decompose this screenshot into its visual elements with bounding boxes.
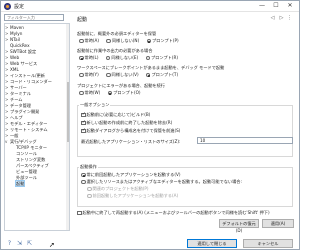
errors-always[interactable]: 常時(W) (79, 90, 100, 96)
page-title: 起動 (77, 17, 88, 23)
save-launch-config[interactable]: 起動ダイアログから構成名を付けて保管を前進(S) (81, 128, 180, 134)
wait-builds-options: 常時(L) 同様しない(E) プロンプト(R) (79, 55, 184, 61)
checkbox-checked-icon[interactable] (81, 128, 86, 134)
errors-options: 常時(W) プロンプト(O) (79, 90, 147, 96)
breakpoints-prompt[interactable]: プロンプト(T) (145, 72, 178, 78)
build-before-launch[interactable]: 起動前に(必要に応じて)ビルド(B) (81, 112, 150, 118)
close-icon[interactable]: ✕ (285, 2, 295, 10)
wait-builds-always[interactable]: 常時(L) (79, 55, 98, 61)
launching-page: 起動 ◁ ▷ ⋮ 起動前に、概要外の必須エディターを保管 常時(A) 同様しない… (73, 13, 299, 233)
back-icon[interactable]: ◁ (269, 15, 276, 22)
radio-icon[interactable] (106, 38, 111, 44)
radio-icon[interactable] (81, 179, 86, 185)
wait-builds-never[interactable]: 同様しない(E) (105, 55, 138, 61)
view-menu-icon[interactable]: ⋮ (287, 15, 292, 22)
title-bar: 設定 — ☐ ✕ (1, 1, 299, 12)
radio-selected-icon[interactable] (145, 72, 151, 78)
breakpoints-options: 常時(Y) 同様しない(V) プロンプト(T) (79, 72, 184, 78)
launch-previous-app[interactable]: 前回起動したアプリケーションを起動する(A) (87, 193, 178, 199)
checkbox-icon[interactable] (77, 210, 82, 216)
breakpoints-never[interactable]: 同様しない(V) (106, 72, 139, 78)
export-icon[interactable]: ⇱ (26, 240, 33, 247)
radio-selected-icon[interactable] (79, 55, 84, 61)
launch-previous[interactable]: 常に前回起動したアプリケーションを起動する(V) (81, 172, 181, 178)
launch-selected-resource[interactable]: 選択したリソースまたはアクティブなエディターを起動する。起動可能でない場合: (81, 179, 242, 185)
wait-builds-label: 起動前に作業中の出力の必要がある場合 (77, 48, 153, 53)
radio-icon[interactable] (79, 90, 84, 96)
radio-selected-icon[interactable] (107, 90, 113, 96)
preferences-window: 設定 — ☐ ✕ >Maven >Mylyn >NTail QuickRex >… (0, 0, 300, 250)
radio-icon[interactable] (87, 193, 92, 199)
apply-and-close-button[interactable]: 適用して閉じる (187, 239, 237, 248)
history-size-input[interactable]: 10 (197, 137, 293, 144)
preference-tree: > Maven > Mylyn > NTail QuickRex > SWTBot 設定… (4, 23, 70, 231)
minimize-icon[interactable]: — (257, 2, 267, 10)
wait-builds-prompt[interactable]: プロンプト(R) (145, 55, 178, 61)
import-icon[interactable]: ⇲ (16, 240, 23, 247)
radio-icon[interactable] (106, 72, 111, 78)
breakpoints-label: ワークスペースにブレークポイントがあるまま起動を、デバッグ モードで起動 (77, 65, 225, 70)
apply-button[interactable]: 適用(A) (262, 219, 294, 228)
remove-terminated[interactable]: 新しい起動の作成前に終了した起動を除去(R) (81, 120, 172, 126)
general-options-label: 一般オプション (79, 102, 111, 108)
breakpoints-always[interactable]: 常時(Y) (79, 72, 99, 78)
tree-scrollbar-thumb[interactable] (66, 82, 69, 142)
terminate-relaunch[interactable]: 起動中に終了して再起動する(A) (メニューおよびツールバーの起動ボタンで同様を… (77, 210, 270, 216)
radio-icon[interactable] (79, 38, 84, 44)
tree-item-launching[interactable]: 起動 (11, 180, 26, 187)
radio-icon[interactable] (105, 55, 111, 61)
forward-icon[interactable]: ▷ (278, 15, 285, 22)
filter-input[interactable] (5, 15, 63, 20)
radio-icon[interactable] (87, 186, 92, 192)
save-editors-prompt[interactable]: プロンプト(P) (146, 38, 179, 44)
radio-icon[interactable] (79, 72, 84, 78)
save-editors-label: 起動前に、概要外の必須エディターを保管 (77, 31, 157, 36)
launch-operation-label: 起動操作 (79, 164, 98, 170)
maximize-icon[interactable]: ☐ (271, 2, 281, 10)
save-editors-options: 常時(A) 同様しない(N) プロンプト(P) (79, 38, 185, 44)
eclipse-icon (4, 3, 11, 10)
help-icon[interactable]: ? (6, 240, 13, 247)
launch-associated-project[interactable]: 関連のプロジェクトを起動(P) (87, 186, 149, 192)
save-editors-never[interactable]: 同様しない(N) (106, 38, 139, 44)
radio-selected-icon[interactable] (146, 38, 152, 44)
history-size-label: 最近起動したアプリケーション・リストのサイズ(Z): (81, 139, 181, 144)
filter-field[interactable] (4, 14, 64, 21)
checkbox-checked-icon[interactable] (81, 120, 86, 126)
window-title: 設定 (14, 4, 25, 10)
restore-defaults-button[interactable]: デフォルトの復元(D) (219, 219, 259, 233)
tree-scrollbar[interactable] (66, 24, 69, 230)
errors-label: プロジェクトにエラーがある場合、起動を続行 (77, 83, 165, 88)
radio-selected-icon[interactable] (81, 172, 86, 178)
cancel-button[interactable]: キャンセル (243, 239, 293, 248)
checkbox-checked-icon[interactable] (81, 112, 86, 118)
radio-icon[interactable] (145, 55, 151, 61)
errors-prompt[interactable]: プロンプト(O) (107, 90, 141, 96)
save-editors-always[interactable]: 常時(A) (79, 38, 99, 44)
mouse-cursor-icon: ➚ (49, 241, 55, 249)
